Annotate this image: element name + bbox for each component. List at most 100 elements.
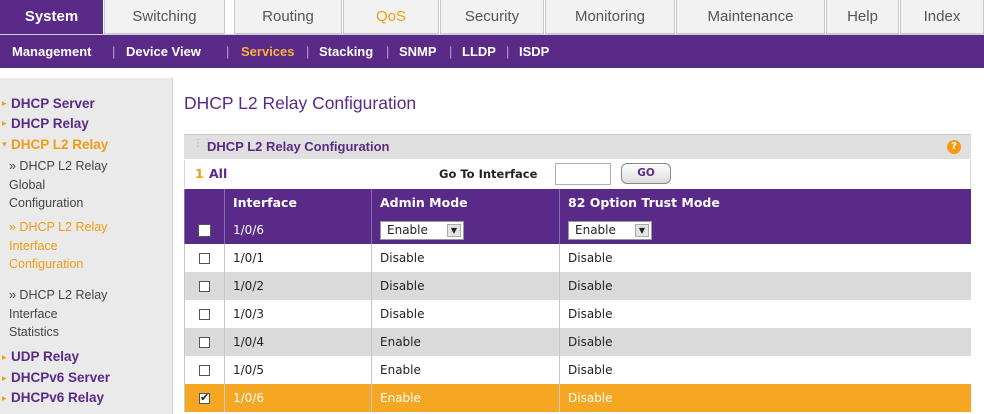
sidebar-item-udp-relay[interactable]: UDP Relay xyxy=(11,349,79,364)
tab-monitoring[interactable]: Monitoring xyxy=(545,0,675,34)
row-interface: 1/0/5 xyxy=(224,356,372,384)
sidebar-item-dhcp-relay[interactable]: DHCP Relay xyxy=(11,116,89,131)
row-select-cell xyxy=(184,384,225,412)
goto-interface-label: Go To Interface xyxy=(439,167,538,181)
sidebar-item-dhcp-l2-relay[interactable]: DHCP L2 Relay xyxy=(11,137,108,152)
tab-security[interactable]: Security xyxy=(440,0,544,34)
header-trust-mode[interactable]: 82 Option Trust Mode xyxy=(559,189,971,216)
row-trust-mode: Disable xyxy=(559,244,971,272)
goto-interface-input[interactable] xyxy=(555,163,611,185)
subnav-stacking[interactable]: Stacking xyxy=(319,35,373,68)
dropdown-arrow-icon: ▼ xyxy=(635,223,649,237)
chevron-right-icon: ▸ xyxy=(2,99,7,109)
row-checkbox[interactable] xyxy=(199,253,210,264)
subnav-management[interactable]: Management xyxy=(12,35,91,68)
row-admin-mode: Enable xyxy=(371,328,560,356)
row-checkbox[interactable] xyxy=(199,281,210,292)
header-select-cell xyxy=(184,189,225,216)
row-select-cell xyxy=(184,244,225,272)
row-checkbox[interactable] xyxy=(199,309,210,320)
row-select-cell xyxy=(184,300,225,328)
row-admin-mode: Enable xyxy=(371,356,560,384)
page-number-link[interactable]: 1 xyxy=(195,166,204,181)
sidebar-subitem-line: Configuration xyxy=(9,196,84,210)
row-trust-mode: Disable xyxy=(559,356,971,384)
row-select-cell xyxy=(184,272,225,300)
subnav-isdp[interactable]: ISDP xyxy=(519,35,549,68)
dropdown-arrow-icon: ▼ xyxy=(447,223,461,237)
row-interface: 1/0/2 xyxy=(224,272,372,300)
chevron-right-icon: ▸ xyxy=(2,353,7,363)
sidebar-subitem-line: » DHCP L2 Relay xyxy=(9,220,108,234)
chevron-right-icon: ▸ xyxy=(2,119,7,129)
go-button[interactable]: GO xyxy=(621,163,671,184)
sidebar-item-dhcpv6-relay[interactable]: DHCPv6 Relay xyxy=(11,390,104,405)
row-admin-mode: Disable xyxy=(371,272,560,300)
row-checkbox-checked[interactable] xyxy=(199,391,210,404)
row-trust-mode: Disable xyxy=(559,328,971,356)
tab-routing[interactable]: Routing xyxy=(234,0,342,34)
table-row[interactable]: 1/0/4 Enable Disable xyxy=(184,328,971,356)
table-row[interactable]: 1/0/1 Disable Disable xyxy=(184,244,971,272)
sidebar-subitem-line: Statistics xyxy=(9,325,60,339)
sidebar-subitem-line: Interface xyxy=(9,238,58,253)
tab-system[interactable]: System xyxy=(0,0,103,34)
sidebar-subitem-interface-statistics[interactable]: » DHCP L2 Relay Interface Statistics xyxy=(9,286,107,342)
trust-mode-select[interactable]: Enable ▼ xyxy=(568,220,652,240)
sidebar-subitem-line: Global xyxy=(9,177,46,192)
subnav-services[interactable]: Services xyxy=(241,35,295,68)
tab-qos[interactable]: QoS xyxy=(343,0,439,34)
sidebar-subitem-line: Configuration xyxy=(9,257,84,271)
row-select-cell xyxy=(184,356,225,384)
subnav-device-view[interactable]: Device View xyxy=(126,35,201,68)
sidebar-subitem-global-configuration[interactable]: » DHCP L2 Relay Global Configuration xyxy=(9,157,107,213)
row-trust-mode: Disable xyxy=(559,300,971,328)
sidebar: ▸ DHCP Server ▸ DHCP Relay ▾ DHCP L2 Rel… xyxy=(0,78,173,414)
subnav-separator: | xyxy=(506,44,510,59)
sidebar-subitem-line: » DHCP L2 Relay xyxy=(9,159,108,173)
sidebar-subitem-line: » DHCP L2 Relay xyxy=(9,288,108,302)
admin-mode-select-value: Enable xyxy=(387,222,428,237)
subnav-separator: | xyxy=(449,44,453,59)
tab-maintenance[interactable]: Maintenance xyxy=(676,0,825,34)
help-icon[interactable]: ? xyxy=(947,140,961,154)
main-tab-bar: System Switching Routing QoS Security Mo… xyxy=(0,0,984,35)
chevron-right-icon: ▸ xyxy=(2,374,7,384)
header-admin-mode[interactable]: Admin Mode xyxy=(371,189,560,216)
header-interface[interactable]: Interface xyxy=(224,189,372,216)
trust-mode-select-value: Enable xyxy=(575,222,616,237)
row-checkbox[interactable] xyxy=(199,337,210,348)
edit-row-interface: 1/0/6 xyxy=(224,216,372,244)
edit-row-checkbox[interactable] xyxy=(198,224,211,237)
table-row[interactable]: 1/0/2 Disable Disable xyxy=(184,272,971,300)
admin-mode-select[interactable]: Enable ▼ xyxy=(380,220,464,240)
panel-title: DHCP L2 Relay Configuration xyxy=(207,139,390,154)
sidebar-subitem-line: Interface xyxy=(9,306,58,321)
row-trust-mode: Disable xyxy=(559,384,971,412)
sidebar-subitem-interface-configuration[interactable]: » DHCP L2 Relay Interface Configuration xyxy=(9,218,107,274)
table-row-selected[interactable]: 1/0/6 Enable Disable xyxy=(184,384,971,412)
subnav-snmp[interactable]: SNMP xyxy=(399,35,437,68)
sidebar-item-dhcpv6-server[interactable]: DHCPv6 Server xyxy=(11,370,110,385)
row-interface: 1/0/6 xyxy=(224,384,372,412)
page-all-link[interactable]: All xyxy=(209,166,227,181)
edit-row-trust-cell: Enable ▼ xyxy=(559,216,971,244)
row-checkbox[interactable] xyxy=(199,365,210,376)
table-row[interactable]: 1/0/3 Disable Disable xyxy=(184,300,971,328)
subnav-separator: | xyxy=(386,44,390,59)
subnav-separator: | xyxy=(306,44,310,59)
edit-row: 1/0/6 Enable ▼ Enable ▼ xyxy=(184,216,971,244)
interface-table: Interface Admin Mode 82 Option Trust Mod… xyxy=(184,189,971,412)
row-interface: 1/0/3 xyxy=(224,300,372,328)
subnav-lldp[interactable]: LLDP xyxy=(462,35,496,68)
tab-help[interactable]: Help xyxy=(826,0,899,34)
row-admin-mode: Disable xyxy=(371,300,560,328)
row-trust-mode: Disable xyxy=(559,272,971,300)
sidebar-item-dhcp-server[interactable]: DHCP Server xyxy=(11,96,95,111)
table-row[interactable]: 1/0/5 Enable Disable xyxy=(184,356,971,384)
tab-switching[interactable]: Switching xyxy=(104,0,225,34)
row-admin-mode: Enable xyxy=(371,384,560,412)
tab-index[interactable]: Index xyxy=(900,0,984,34)
subnav-separator: | xyxy=(226,44,230,59)
edit-row-admin-cell: Enable ▼ xyxy=(371,216,560,244)
